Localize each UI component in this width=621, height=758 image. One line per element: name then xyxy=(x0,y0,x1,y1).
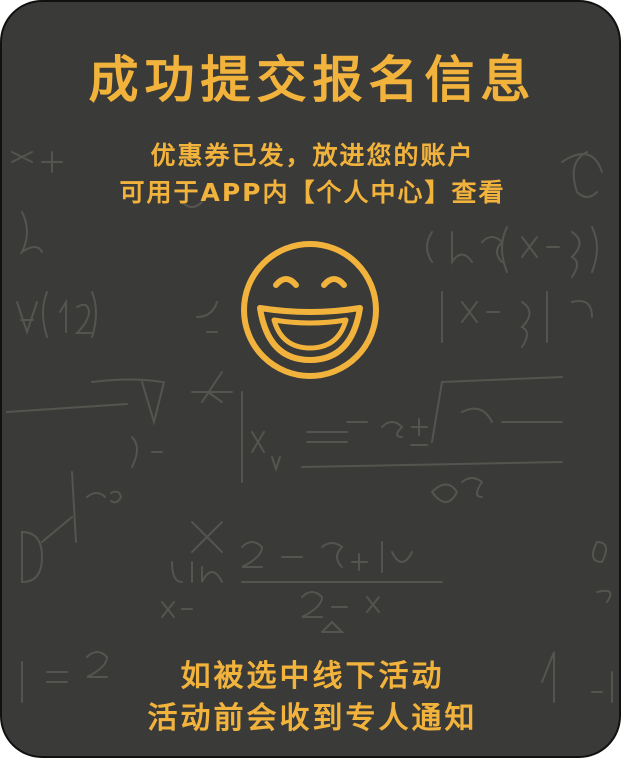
smiley-face-icon xyxy=(241,241,379,379)
coupon-message: 优惠券已发，放进您的账户 xyxy=(150,141,475,170)
page-title: 成功提交报名信息 xyxy=(88,51,537,109)
coupon-location-hint: 可用于APP内【个人中心】查看 xyxy=(119,178,506,207)
event-notification-note: 活动前会收到专人通知 xyxy=(147,701,478,736)
success-card: 成功提交报名信息 优惠券已发，放进您的账户 可用于APP内【个人中心】查看 如被… xyxy=(0,0,621,758)
event-selection-note: 如被选中线下活动 xyxy=(180,659,445,694)
